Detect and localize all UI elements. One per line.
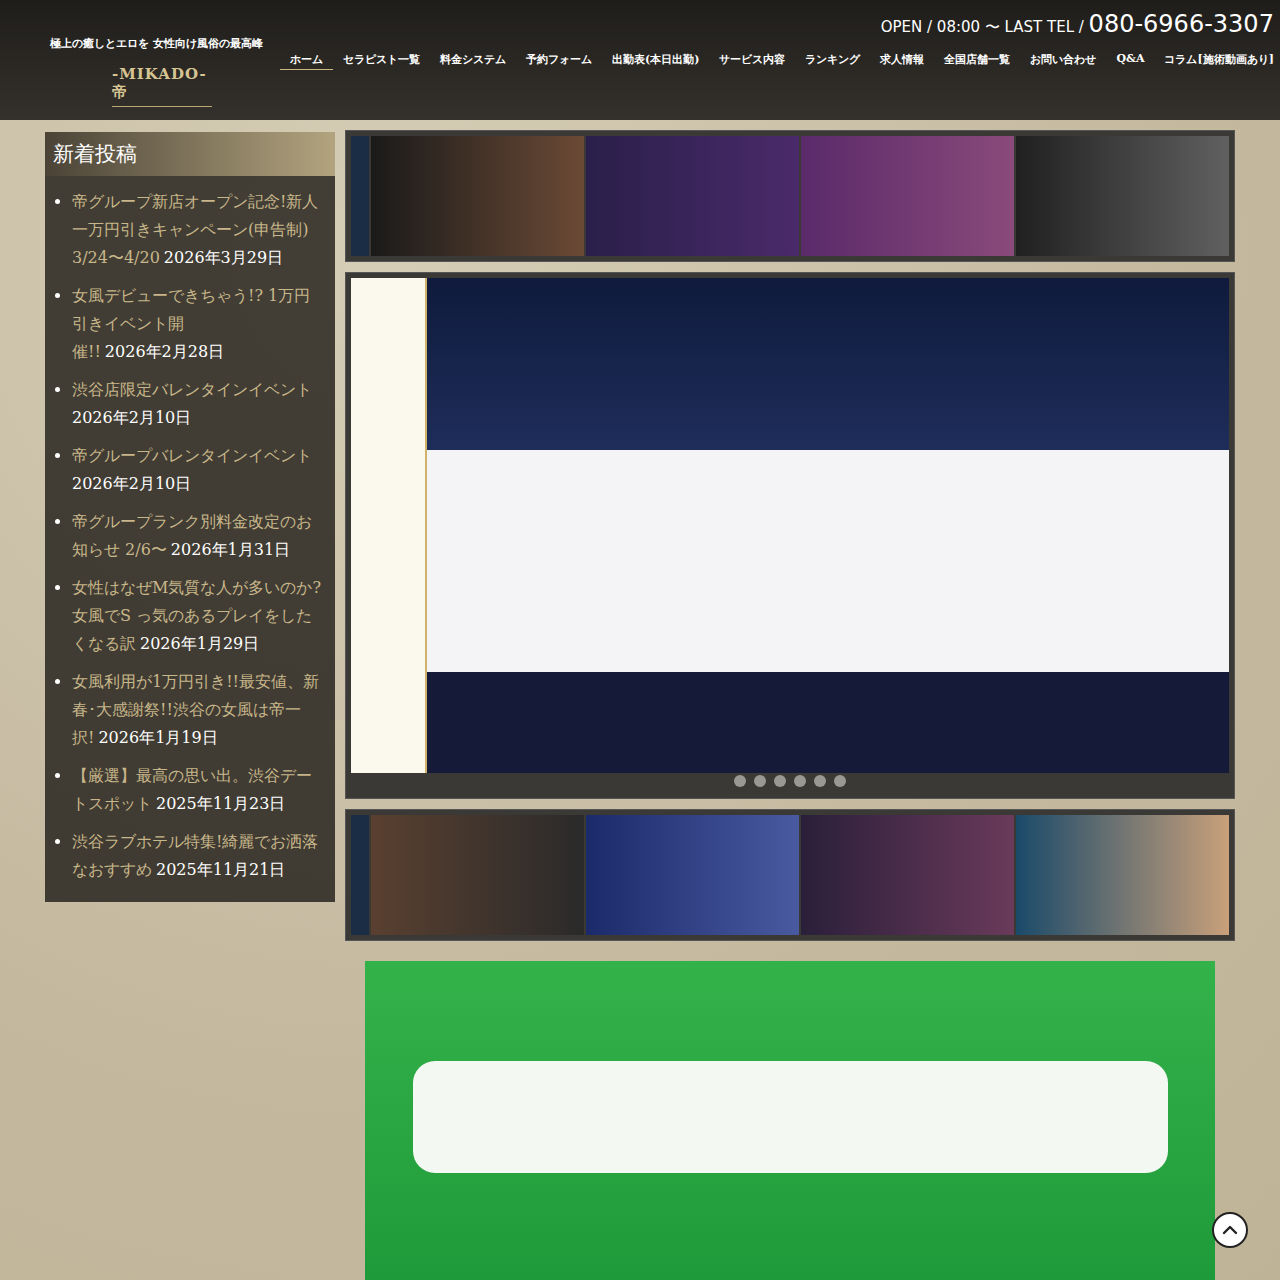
slider [345,272,1235,799]
slider-dot[interactable] [774,775,786,787]
banner-tile[interactable] [801,136,1014,256]
banner-edge [351,136,369,256]
post-link[interactable]: 渋谷店限定バレンタインイベント [72,380,312,399]
post-date: 2025年11月21日 [156,860,285,879]
nav-item[interactable]: コラム[施術動画あり] [1154,50,1280,70]
banner-strip [345,809,1235,941]
header-right: OPEN / 08:00 〜 LAST TEL / 080-6966-3307 ホ… [280,10,1274,120]
post-date: 2026年1月31日 [171,540,290,559]
post-date: 2026年2月10日 [72,474,191,493]
nav-item[interactable]: 求人情報 [870,50,934,70]
banner-tile[interactable] [586,136,799,256]
sidebar-title: 新着投稿 [45,132,335,176]
sidebar: 新着投稿帝グループ新店オープン記念!新人一万円引きキャンペーン(申告制) 3/2… [45,132,335,902]
nav-item[interactable]: Q&A [1106,50,1154,70]
nav-item[interactable]: ホーム [280,50,333,70]
logo[interactable]: -MIKADO-帝 [112,65,212,107]
post-item: 【厳選】最高の思い出。渋谷デートスポット2025年11月23日 [72,762,323,828]
slider-dots [351,773,1229,789]
post-item: 渋谷店限定バレンタインイベント 2026年2月10日 [72,376,323,442]
post-item: 女風デビューできちゃう!? 1万円引きイベント開催!!2026年2月28日 [72,282,323,376]
page: 極上の癒しとエロを 女性向け風俗の最高峰 -MIKADO-帝 OPEN / 08:0… [0,0,1280,1280]
post-date: 2026年2月10日 [72,408,191,427]
post-date: 2025年11月23日 [156,794,285,813]
post-item: 帝グループランク別料金改定のお知らせ 2/6〜2026年1月31日 [72,508,323,574]
tagline: 極上の癒しとエロを 女性向け風俗の最高峰 [50,36,280,51]
banner-tile[interactable] [371,136,584,256]
banner-tile[interactable] [801,815,1014,935]
post-date: 2026年1月29日 [140,634,259,653]
post-item: 女風利用が1万円引き!!最安値、新春･大感謝祭!!渋谷の女風は帝一択!2026年… [72,668,323,762]
slide-image[interactable] [351,278,1229,773]
brand: 極上の癒しとエロを 女性向け風俗の最高峰 -MIKADO-帝 [50,10,280,120]
nav-item[interactable]: 出勤表(本日出勤) [602,50,709,70]
slider-dot[interactable] [754,775,766,787]
post-date: 2026年2月28日 [105,342,224,361]
main [345,130,1235,1280]
slider-dot[interactable] [834,775,846,787]
nav-item[interactable]: 予約フォーム [516,50,602,70]
nav-item[interactable]: サービス内容 [709,50,795,70]
post-item: 帝グループバレンタインイベント 2026年2月10日 [72,442,323,508]
post-item: 帝グループ新店オープン記念!新人一万円引きキャンペーン(申告制) 3/24〜4/… [72,188,323,282]
post-list: 帝グループ新店オープン記念!新人一万円引きキャンペーン(申告制) 3/24〜4/… [45,176,335,902]
phone-number[interactable]: 080-6966-3307 [1089,10,1274,38]
post-date: 2026年1月19日 [98,728,217,747]
banner-tile[interactable] [1016,136,1229,256]
nav-item[interactable]: ランキング [795,50,870,70]
main-nav: ホームセラピスト一覧料金システム予約フォーム出勤表(本日出勤)サービス内容ランキ… [280,50,1280,70]
slider-dot[interactable] [794,775,806,787]
slider-dot[interactable] [814,775,826,787]
scroll-top-button[interactable] [1212,1212,1248,1248]
nav-item[interactable]: お問い合わせ [1020,50,1106,70]
content: 新着投稿帝グループ新店オープン記念!新人一万円引きキャンペーン(申告制) 3/2… [0,120,1280,1280]
banner-tile[interactable] [586,815,799,935]
banner-strip [345,130,1235,262]
post-item: 渋谷ラブホテル特集!綺麗でお洒落なおすすめ2025年11月21日 [72,828,323,894]
chevron-up-icon [1220,1220,1240,1240]
open-hours: OPEN / 08:00 〜 LAST TEL / 080-6966-3307 [881,10,1274,38]
nav-item[interactable]: セラピスト一覧 [333,50,430,70]
banner-tile[interactable] [1016,815,1229,935]
monitor-banner[interactable] [365,961,1215,1280]
site-header: 極上の癒しとエロを 女性向け風俗の最高峰 -MIKADO-帝 OPEN / 08:0… [0,0,1280,120]
nav-item[interactable]: 料金システム [430,50,516,70]
banner-tile[interactable] [371,815,584,935]
post-link[interactable]: 帝グループバレンタインイベント [72,446,312,465]
banner-edge [351,815,369,935]
slider-dot[interactable] [734,775,746,787]
post-date: 2026年3月29日 [164,248,283,267]
nav-item[interactable]: 全国店舗一覧 [934,50,1020,70]
post-item: 女性はなぜM気質な人が多いのか?女風でS っ気のあるプレイをしたくなる訳2026… [72,574,323,668]
